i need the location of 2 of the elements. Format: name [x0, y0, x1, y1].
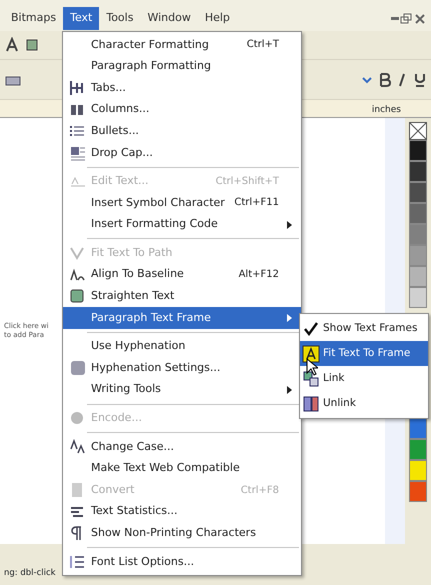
status-text: ng: dbl-click — [4, 567, 56, 580]
ruler-unit-label: inches — [372, 104, 401, 116]
